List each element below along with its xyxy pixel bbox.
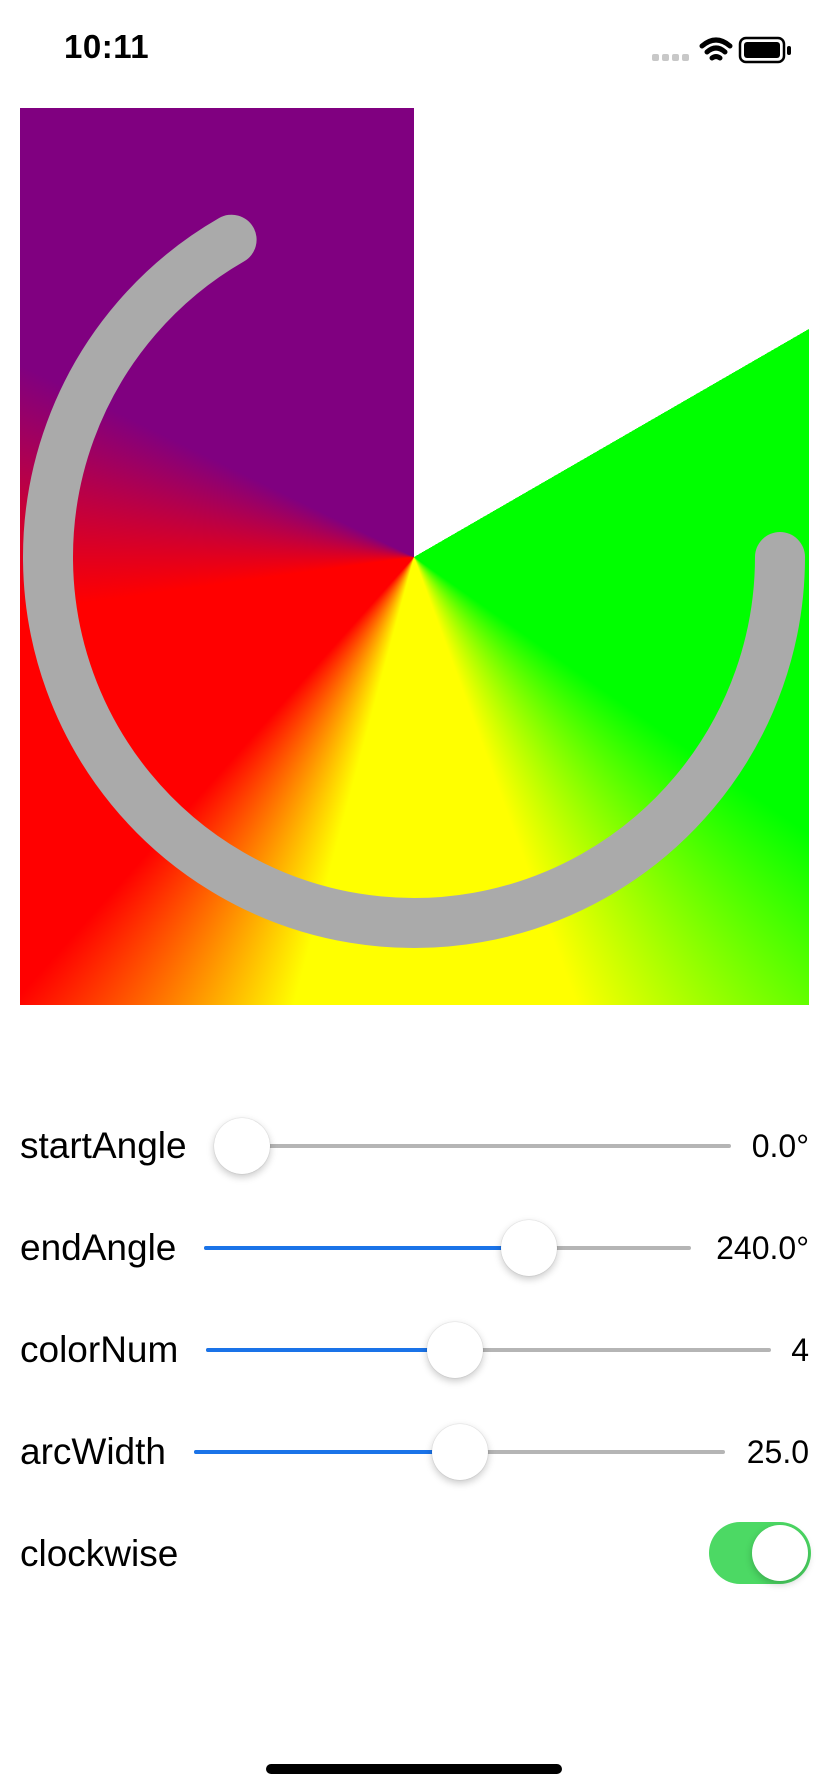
wifi-icon: [699, 37, 733, 61]
home-indicator: [266, 1764, 562, 1774]
arc-overlay: [23, 214, 805, 948]
status-icons: [648, 34, 798, 68]
status-bar: 10:11: [0, 0, 828, 100]
arc-width-slider[interactable]: [194, 1412, 725, 1492]
end-angle-row: endAngle 240.0°: [20, 1208, 809, 1288]
slider-thumb[interactable]: [431, 1424, 488, 1480]
toggle-knob[interactable]: [752, 1525, 808, 1581]
arc-width-label: arcWidth: [20, 1431, 166, 1472]
signal-icon: [652, 54, 689, 61]
color-num-slider[interactable]: [206, 1310, 771, 1390]
arc-width-row: arcWidth 25.0: [20, 1412, 809, 1492]
slider-fill: [194, 1450, 460, 1454]
end-angle-value: 240.0°: [716, 1230, 809, 1266]
slider-thumb[interactable]: [214, 1118, 270, 1174]
start-angle-slider[interactable]: [214, 1106, 731, 1186]
arc-width-value: 25.0: [746, 1434, 809, 1470]
color-num-label: colorNum: [20, 1329, 179, 1370]
color-num-value: 4: [791, 1332, 809, 1368]
slider-fill: [206, 1348, 455, 1352]
end-angle-label: endAngle: [20, 1227, 177, 1268]
gradient-arc-view: [20, 108, 809, 1005]
start-angle-row: startAngle 0.0°: [20, 1106, 809, 1186]
status-time: 10:11: [64, 28, 150, 65]
clockwise-row: clockwise: [20, 1514, 811, 1594]
slider-track: [242, 1144, 731, 1148]
start-angle-label: startAngle: [20, 1125, 187, 1166]
start-angle-value: 0.0°: [751, 1128, 809, 1164]
slider-fill: [204, 1246, 529, 1250]
clockwise-label: clockwise: [20, 1533, 179, 1574]
slider-thumb[interactable]: [426, 1322, 483, 1378]
battery-icon: [738, 36, 791, 64]
gradient-arc: [23, 214, 805, 948]
slider-thumb[interactable]: [500, 1220, 557, 1276]
color-num-row: colorNum 4: [20, 1310, 809, 1390]
clockwise-toggle[interactable]: [709, 1522, 811, 1584]
end-angle-slider[interactable]: [204, 1208, 691, 1288]
